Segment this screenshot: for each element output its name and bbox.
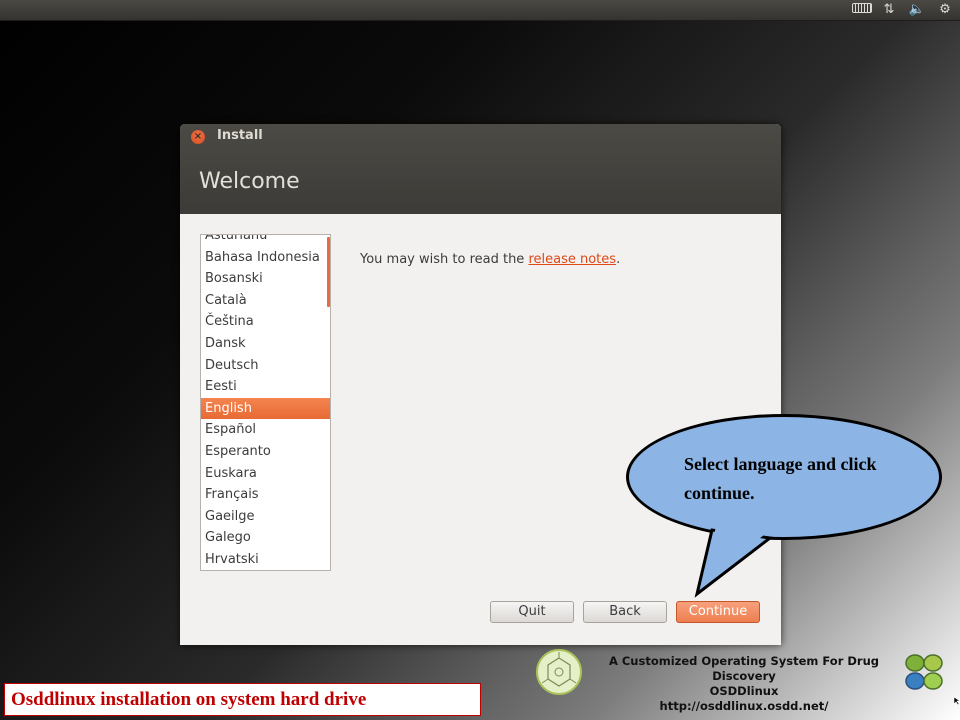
slide-caption: Osddlinux installation on system hard dr… — [4, 683, 481, 716]
language-items: Asturianu Bahasa Indonesia Bosanski Català Č… — [201, 235, 330, 572]
window-title: Install — [217, 128, 263, 143]
language-list-item[interactable]: Dansk — [201, 333, 330, 355]
language-list-item[interactable]: Bahasa Indonesia — [201, 247, 330, 269]
language-list-item[interactable]: Català — [201, 290, 330, 312]
branding-tagline: A Customized Operating System For Drug D… — [608, 654, 880, 683]
branding-text: A Customized Operating System For Drug D… — [588, 654, 900, 714]
clover-logo-icon — [905, 654, 943, 690]
network-icon[interactable]: ⇅ — [880, 2, 898, 17]
volume-icon[interactable]: 🔈 — [908, 2, 926, 17]
language-list-item[interactable]: Íslenska — [201, 571, 330, 572]
language-list-item[interactable]: Čeština — [201, 311, 330, 333]
language-list-item[interactable]: Asturianu — [201, 235, 330, 247]
language-list[interactable]: Asturianu Bahasa Indonesia Bosanski Català Č… — [200, 234, 331, 571]
language-list-item[interactable]: Euskara — [201, 463, 330, 485]
osdd-logo-icon — [536, 649, 582, 695]
continue-button[interactable]: Continue — [676, 601, 760, 623]
close-icon[interactable]: × — [191, 130, 205, 144]
quit-button[interactable]: Quit — [490, 601, 574, 623]
back-button[interactable]: Back — [583, 601, 667, 623]
language-list-item[interactable]: Esperanto — [201, 441, 330, 463]
language-list-item[interactable]: Hrvatski — [201, 549, 330, 570]
branding-name: OSDDlinux — [709, 684, 779, 698]
language-list-item[interactable]: English — [201, 397, 330, 420]
language-list-item[interactable]: Español — [201, 419, 330, 441]
top-panel: ⇅ 🔈 ⚙ — [0, 0, 960, 21]
branding-url: http://osddlinux.osdd.net/ — [659, 699, 829, 713]
settings-icon[interactable]: ⚙ — [936, 2, 954, 17]
language-list-item[interactable]: Eesti — [201, 376, 330, 398]
list-scrollbar[interactable] — [327, 237, 330, 307]
install-window: × Install Welcome Asturianu Bahasa Indone… — [180, 124, 781, 645]
notes-prefix: You may wish to read the — [360, 252, 529, 267]
callout-text: Select language and click continue. — [684, 454, 877, 503]
notes-suffix: . — [616, 252, 621, 267]
window-header: × Install Welcome — [180, 124, 781, 214]
language-list-item[interactable]: Deutsch — [201, 355, 330, 377]
release-notes-text: You may wish to read the release notes. — [360, 252, 620, 267]
keyboard-icon[interactable] — [852, 2, 872, 17]
page-title: Welcome — [199, 169, 300, 194]
language-list-item[interactable]: Bosanski — [201, 268, 330, 290]
language-list-item[interactable]: Français — [201, 484, 330, 506]
release-notes-link[interactable]: release notes — [528, 252, 616, 267]
mouse-cursor-icon — [954, 697, 960, 705]
language-list-item[interactable]: Gaeilge — [201, 506, 330, 528]
panel-indicators: ⇅ 🔈 ⚙ — [852, 2, 954, 17]
language-list-item[interactable]: Galego — [201, 527, 330, 549]
